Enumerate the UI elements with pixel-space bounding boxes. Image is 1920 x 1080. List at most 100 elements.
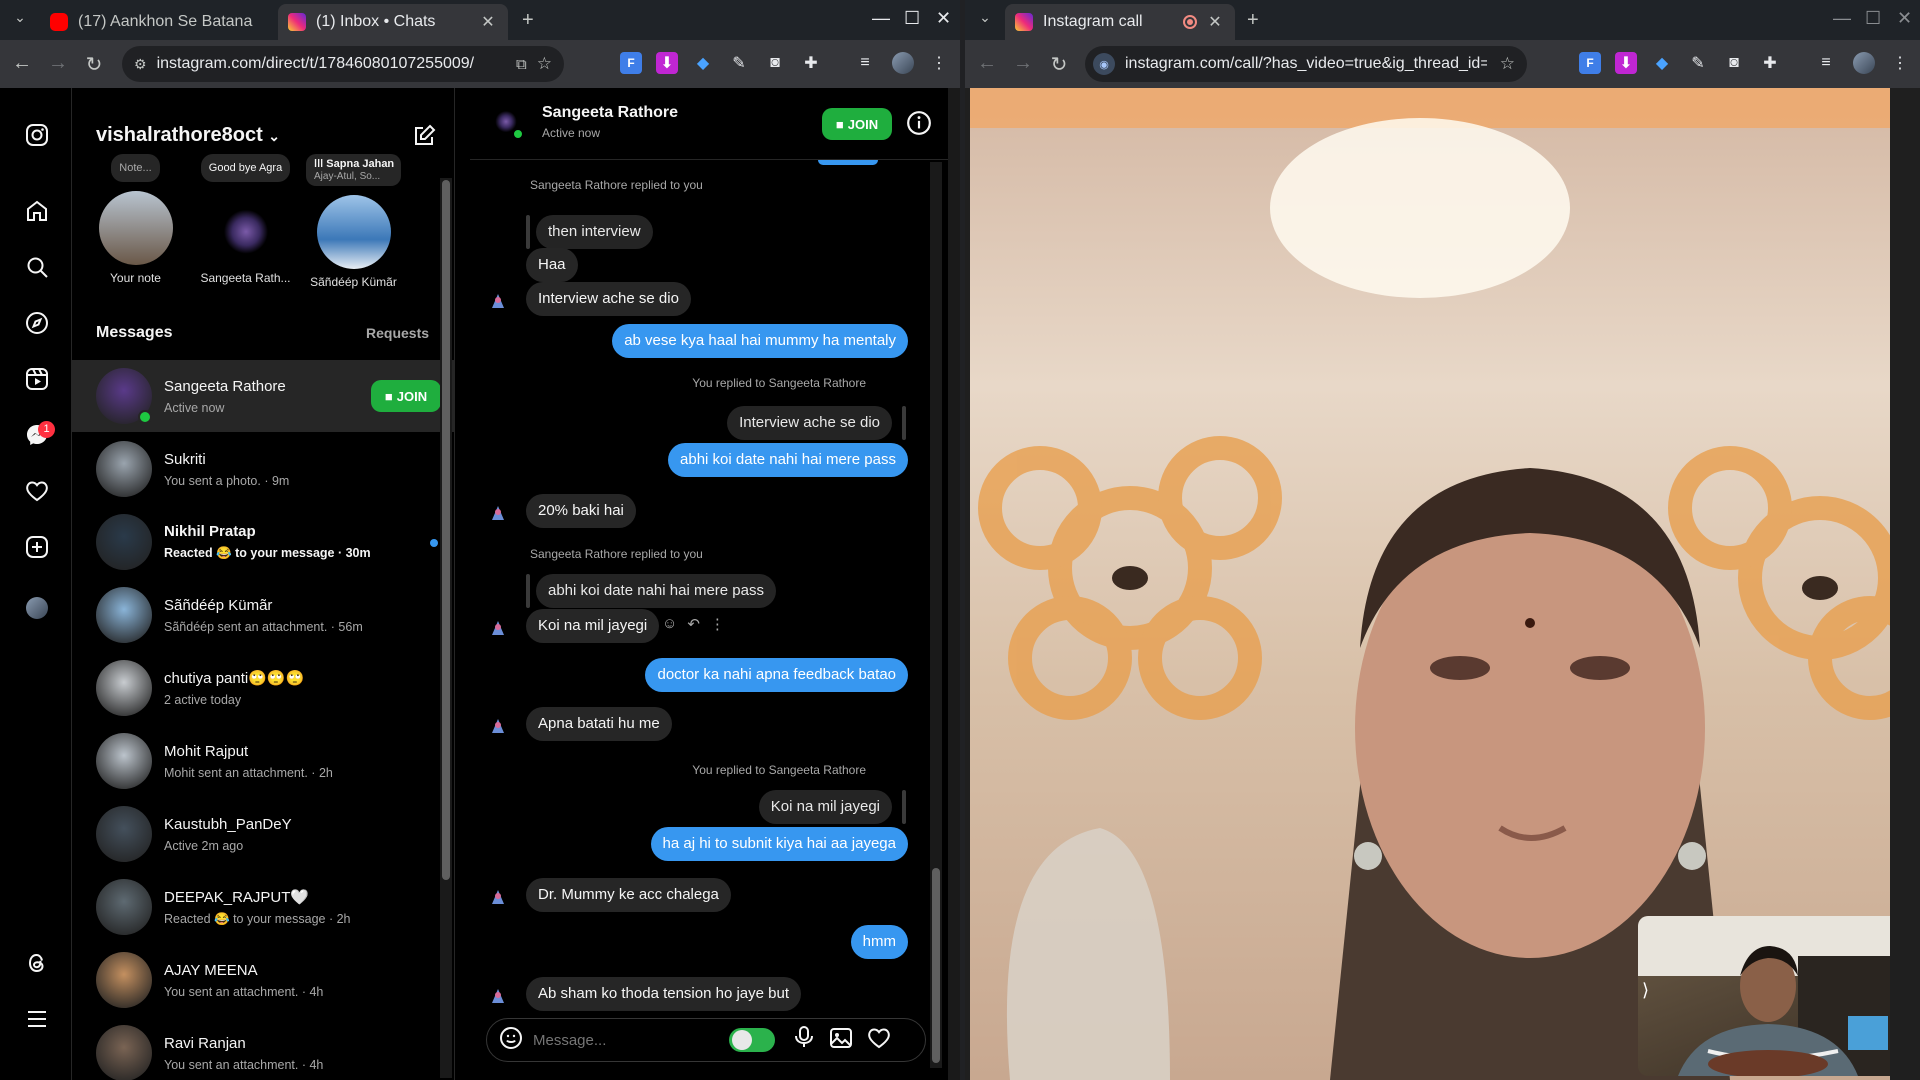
browser-menu-icon[interactable]: ⋮ bbox=[1889, 52, 1911, 74]
conversation-item[interactable]: chutiya panti🙄🙄🙄 2 active today bbox=[72, 652, 454, 724]
message-bubble[interactable]: Interview ache se dio bbox=[526, 282, 691, 316]
site-info-icon[interactable]: ⚙ bbox=[134, 56, 147, 73]
message-bubble[interactable]: doctor ka nahi apna feedback batao bbox=[645, 658, 908, 692]
gallery-image-icon[interactable] bbox=[829, 1026, 853, 1055]
account-switcher[interactable]: vishalrathore8oct ⌄ bbox=[96, 124, 280, 147]
new-tab-icon[interactable]: + bbox=[522, 9, 534, 32]
media-control-icon[interactable]: ≡ bbox=[1815, 52, 1837, 74]
media-control-icon[interactable]: ≡ bbox=[854, 52, 876, 74]
new-message-icon[interactable] bbox=[412, 124, 436, 153]
address-bar[interactable]: ◉ instagram.com/call/?has_video=true&ig_… bbox=[1085, 46, 1527, 82]
conversation-item[interactable]: Ravi Ranjan You sent an attachment. · 4h bbox=[72, 1017, 454, 1080]
extension-f-icon[interactable]: F bbox=[620, 52, 642, 74]
browser-menu-icon[interactable]: ⋮ bbox=[928, 52, 950, 74]
inbox-scrollbar-thumb[interactable] bbox=[442, 180, 450, 880]
new-tab-icon[interactable]: + bbox=[1247, 9, 1259, 32]
extension-camera-icon[interactable]: ◙ bbox=[1723, 52, 1745, 74]
tab-youtube[interactable]: (17) Aankhon Se Batana bbox=[40, 4, 275, 40]
message-input[interactable] bbox=[533, 1031, 713, 1049]
sender-avatar[interactable] bbox=[488, 619, 508, 639]
join-call-button[interactable]: ■ JOIN bbox=[822, 108, 892, 140]
bookmark-star-icon[interactable]: ☆ bbox=[537, 54, 552, 74]
close-tab-icon[interactable]: ✕ bbox=[1205, 12, 1225, 32]
quoted-message[interactable]: Interview ache se dio bbox=[727, 406, 892, 440]
profile-avatar[interactable] bbox=[892, 52, 914, 74]
conversation-item[interactable]: DEEPAK_RAJPUT🤍 Reacted 😂 to your message … bbox=[72, 871, 454, 943]
back-icon[interactable]: ← bbox=[10, 52, 34, 75]
message-bubble[interactable]: Koi na mil jayegi bbox=[526, 609, 660, 643]
extension-camera-icon[interactable]: ◙ bbox=[764, 52, 786, 74]
chevron-left-icon[interactable]: ⟩ bbox=[1642, 980, 1649, 1001]
extension-download-icon[interactable]: ⬇ bbox=[656, 52, 678, 74]
maximize-icon[interactable]: ☐ bbox=[1865, 8, 1881, 29]
extension-eyedropper-icon[interactable]: ✎ bbox=[1687, 52, 1709, 74]
close-window-icon[interactable]: ✕ bbox=[1897, 8, 1912, 29]
reply-icon[interactable]: ↶ bbox=[687, 615, 700, 633]
conversation-item[interactable]: AJAY MEENA You sent an attachment. · 4h bbox=[72, 944, 454, 1016]
tab-instagram-call[interactable]: Instagram call ✕ bbox=[1005, 4, 1235, 40]
sender-avatar[interactable] bbox=[488, 987, 508, 1007]
message-bubble[interactable]: ha aj hi to subnit kiya hai aa jayega bbox=[650, 827, 908, 861]
tab-search-chevron-icon[interactable]: ⌄ bbox=[973, 9, 997, 26]
message-bubble[interactable]: Apna batati hu me bbox=[526, 707, 672, 741]
reload-icon[interactable]: ↻ bbox=[82, 52, 106, 77]
chat-scrollbar-thumb[interactable] bbox=[932, 868, 940, 1063]
sender-avatar[interactable] bbox=[488, 717, 508, 737]
back-icon[interactable]: ← bbox=[975, 52, 999, 75]
conversation-item[interactable]: Sãñdéép Kümãr Sãñdéép sent an attachment.… bbox=[72, 579, 454, 651]
minimize-icon[interactable]: — bbox=[872, 8, 890, 29]
chat-contact-name[interactable]: Sangeeta Rathore bbox=[542, 104, 678, 122]
conversation-item[interactable]: Nikhil Pratap Reacted 😂 to your message ·… bbox=[72, 506, 454, 578]
quoted-message[interactable]: Koi na mil jayegi bbox=[758, 790, 892, 824]
info-icon[interactable] bbox=[906, 110, 932, 141]
create-post-icon[interactable] bbox=[24, 534, 50, 560]
sender-avatar[interactable] bbox=[488, 504, 508, 524]
note-your[interactable]: Note... Your note bbox=[88, 154, 183, 285]
message-bubble[interactable]: Ab sham ko thoda tension ho jaye but bbox=[526, 977, 802, 1011]
message-bubble[interactable]: ab vese kya haal hai mummy ha mentaly bbox=[612, 324, 908, 358]
close-tab-icon[interactable]: ✕ bbox=[478, 12, 498, 32]
like-heart-icon[interactable] bbox=[867, 1026, 891, 1055]
threads-icon[interactable] bbox=[24, 950, 50, 976]
address-bar[interactable]: ⚙ instagram.com/direct/t/178460801072550… bbox=[122, 46, 564, 82]
forward-icon[interactable]: → bbox=[46, 52, 70, 75]
conversation-item[interactable]: Mohit Rajput Mohit sent an attachment. · … bbox=[72, 725, 454, 797]
sender-avatar[interactable] bbox=[488, 292, 508, 312]
reload-icon[interactable]: ↻ bbox=[1047, 52, 1071, 77]
reels-icon[interactable] bbox=[24, 366, 50, 392]
profile-avatar[interactable] bbox=[1853, 52, 1875, 74]
page-scrollbar[interactable] bbox=[948, 88, 960, 1080]
instagram-logo-icon[interactable] bbox=[24, 122, 50, 148]
explore-compass-icon[interactable] bbox=[24, 310, 50, 336]
notifications-heart-icon[interactable] bbox=[24, 478, 50, 504]
quoted-message[interactable]: abhi koi date nahi hai mere pass bbox=[536, 574, 776, 608]
conversation-item[interactable]: Kaustubh_PanDeY Active 2m ago bbox=[72, 798, 454, 870]
microphone-icon[interactable] bbox=[793, 1025, 815, 1055]
conversation-item[interactable]: Sukriti You sent a photo. · 9m bbox=[72, 433, 454, 505]
more-options-icon[interactable]: ⋮ bbox=[710, 615, 725, 633]
forward-icon[interactable]: → bbox=[1011, 52, 1035, 75]
join-call-button[interactable]: ■ JOIN bbox=[371, 380, 441, 412]
react-emoji-icon[interactable]: ☺ bbox=[662, 615, 677, 633]
sticker-toggle[interactable] bbox=[729, 1028, 775, 1052]
camera-in-use-icon[interactable]: ◉ bbox=[1093, 53, 1115, 75]
extensions-puzzle-icon[interactable]: ✚ bbox=[1759, 52, 1781, 74]
extension-diamond-icon[interactable]: ◆ bbox=[1651, 52, 1673, 74]
quoted-message[interactable]: then interview bbox=[536, 215, 653, 249]
close-window-icon[interactable]: ✕ bbox=[936, 8, 951, 29]
minimize-icon[interactable]: — bbox=[1833, 8, 1851, 29]
search-icon[interactable] bbox=[24, 254, 50, 280]
bookmark-star-icon[interactable]: ☆ bbox=[1500, 54, 1515, 74]
message-bubble[interactable]: abhi koi date nahi hai mere pass bbox=[668, 443, 908, 477]
message-bubble[interactable]: Dr. Mummy ke acc chalega bbox=[526, 878, 731, 912]
extension-f-icon[interactable]: F bbox=[1579, 52, 1601, 74]
note-sangeeta[interactable]: Good bye Agra Sangeeta Rath... bbox=[198, 154, 293, 285]
extension-eyedropper-icon[interactable]: ✎ bbox=[728, 52, 750, 74]
tab-search-chevron-icon[interactable]: ⌄ bbox=[8, 9, 32, 26]
message-bubble[interactable]: hmm bbox=[850, 925, 908, 959]
extensions-puzzle-icon[interactable]: ✚ bbox=[800, 52, 822, 74]
conversation-item[interactable]: Sangeeta Rathore Active now ■ JOIN bbox=[72, 360, 454, 432]
message-bubble[interactable]: 20% baki hai bbox=[526, 494, 636, 528]
requests-link[interactable]: Requests bbox=[366, 325, 429, 341]
emoji-icon[interactable] bbox=[499, 1026, 523, 1055]
